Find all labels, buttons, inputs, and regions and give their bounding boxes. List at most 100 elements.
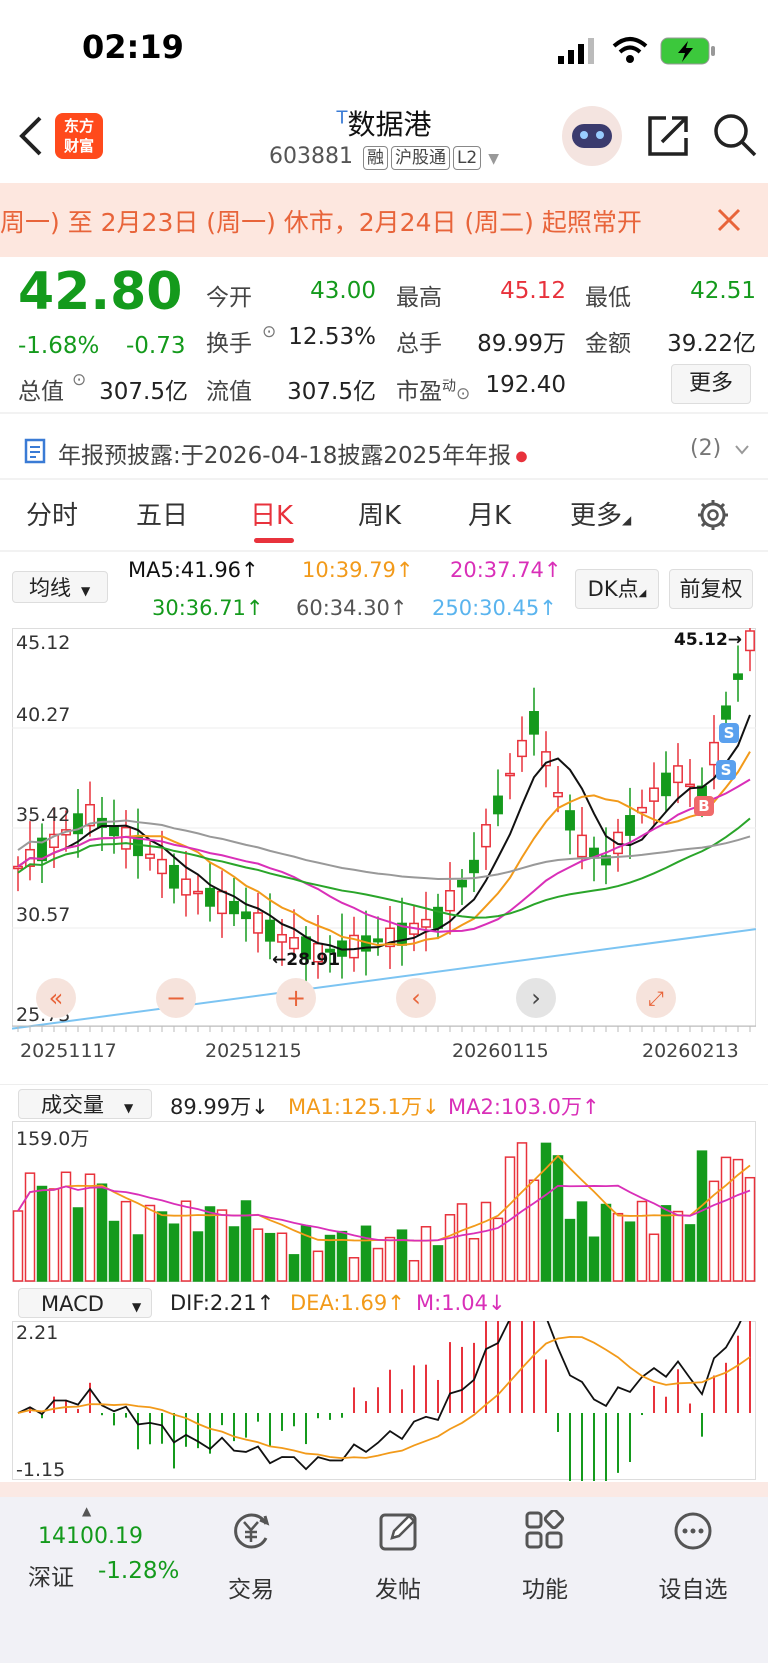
holiday-notice-banner[interactable]: 周一) 至 2月23日 (周一) 休市，2月24日 (周二) 起照常开 xyxy=(0,183,768,257)
tab-daily-k[interactable]: 日K xyxy=(250,495,293,532)
candle-body xyxy=(685,783,695,788)
ma10-label: 10:39.79↑ xyxy=(302,558,414,582)
volume-bar xyxy=(324,1234,336,1282)
amount-value: 39.22亿 xyxy=(667,331,756,357)
candle-body xyxy=(517,739,527,758)
volume-current: 89.99万↓ xyxy=(170,1095,269,1119)
post-icon[interactable] xyxy=(378,1510,420,1552)
mktcap-value: 307.5亿 xyxy=(99,379,188,405)
close-icon[interactable] xyxy=(716,207,742,233)
tab-more[interactable]: 更多◢ xyxy=(570,495,631,532)
info-icon[interactable]: ⊙ xyxy=(72,370,86,390)
index-change[interactable]: -1.28% xyxy=(98,1558,179,1584)
tab-monthly-k[interactable]: 月K xyxy=(468,495,511,532)
document-icon xyxy=(24,438,46,464)
candle-body xyxy=(661,772,671,797)
pe-value: 192.40 xyxy=(485,372,566,398)
status-bar: 02:19 xyxy=(0,0,768,100)
pan-right-icon[interactable]: › xyxy=(516,978,556,1018)
adjust-button[interactable]: 前复权 xyxy=(669,569,753,609)
candle-body xyxy=(469,859,479,874)
ma-selector[interactable]: 均线 ▼ xyxy=(12,571,108,603)
chevron-down-icon[interactable] xyxy=(734,444,750,456)
x-label: 20260115 xyxy=(452,1040,549,1062)
volume-bar xyxy=(180,1200,192,1282)
y-label-2: 40.27 xyxy=(16,704,71,726)
index-name[interactable]: 深证 xyxy=(28,1558,74,1592)
low-value: 42.51 xyxy=(690,278,756,304)
tag-margin: 融 xyxy=(362,146,388,170)
fast-rewind-icon[interactable]: « xyxy=(36,978,76,1018)
min-price-marker: ←28.91 xyxy=(272,950,341,970)
x-label: 20260213 xyxy=(642,1040,739,1062)
zoom-out-icon[interactable]: − xyxy=(156,978,196,1018)
volume-bar xyxy=(624,1221,636,1282)
expand-up-icon[interactable]: ▲ xyxy=(82,1504,91,1518)
nav-functions[interactable]: 功能 xyxy=(495,1570,595,1604)
volume-bar xyxy=(456,1203,468,1282)
turnover-value: 12.53% xyxy=(288,324,376,350)
candle-body xyxy=(481,824,491,848)
max-price-marker: 45.12→ xyxy=(674,630,743,650)
index-value[interactable]: 14100.19 xyxy=(38,1524,143,1549)
volume-bar xyxy=(144,1204,156,1282)
dk-button[interactable]: DK点◢ xyxy=(575,569,659,609)
battery-icon xyxy=(660,37,715,65)
ma20-label: 20:37.74↑ xyxy=(450,558,562,582)
volume-bar xyxy=(12,1210,24,1282)
volume-y-max: 159.0万 xyxy=(16,1128,90,1150)
volume-bar xyxy=(696,1150,708,1282)
volume-bar xyxy=(360,1225,372,1282)
volume-bar xyxy=(744,1176,756,1282)
tab-intraday[interactable]: 分时 xyxy=(26,495,78,532)
assistant-avatar-icon[interactable] xyxy=(562,106,622,166)
search-icon[interactable] xyxy=(712,112,758,158)
volume-bar xyxy=(384,1236,396,1282)
volume-bar xyxy=(564,1218,576,1282)
volume-selector[interactable]: 成交量 ▼ xyxy=(18,1089,152,1119)
tab-5day[interactable]: 五日 xyxy=(136,495,188,532)
volume-bar xyxy=(408,1259,420,1282)
share-icon[interactable] xyxy=(646,114,690,158)
kline-chart[interactable] xyxy=(12,628,756,1038)
fullscreen-icon[interactable]: ⤢ xyxy=(636,978,676,1018)
x-label: 20251215 xyxy=(205,1040,302,1062)
more-button[interactable]: 更多 xyxy=(671,364,751,404)
trade-icon[interactable] xyxy=(230,1510,272,1552)
announcement-count[interactable]: (2) xyxy=(690,436,721,461)
functions-icon[interactable] xyxy=(524,1510,566,1552)
ma60-label: 60:34.30↑ xyxy=(296,596,408,620)
candle-body xyxy=(181,878,191,896)
x-label: 20251117 xyxy=(20,1040,117,1062)
zoom-in-icon[interactable]: + xyxy=(276,978,316,1018)
nav-post[interactable]: 发帖 xyxy=(348,1570,448,1604)
sell-signal[interactable]: S xyxy=(719,723,739,743)
candle-body xyxy=(733,673,743,680)
candle-body xyxy=(253,912,263,934)
sell-signal[interactable]: S xyxy=(716,760,736,780)
buy-signal[interactable]: B xyxy=(694,796,714,816)
y-label-4: 30.57 xyxy=(16,904,71,926)
candle-body xyxy=(229,900,239,915)
volume-value: 89.99万 xyxy=(477,331,566,357)
tab-weekly-k[interactable]: 周K xyxy=(358,495,401,532)
volume-bar xyxy=(228,1226,240,1282)
volume-bar xyxy=(684,1224,696,1282)
pan-left-icon[interactable]: ‹ xyxy=(396,978,436,1018)
candle-body xyxy=(421,918,431,928)
candle-body xyxy=(289,937,299,950)
volume-bar xyxy=(528,1179,540,1282)
ma30-label: 30:36.71↑ xyxy=(152,596,264,620)
settings-icon[interactable] xyxy=(696,498,730,532)
volume-ma2: MA2:103.0万↑ xyxy=(448,1095,600,1119)
more-dots-icon[interactable] xyxy=(672,1510,714,1552)
divider xyxy=(0,478,768,480)
macd-chart[interactable] xyxy=(12,1321,756,1481)
announcement[interactable]: 年报预披露:于2026-04-18披露2025年年报 ● xyxy=(58,436,528,470)
volume-chart[interactable] xyxy=(12,1121,756,1283)
nav-add-watchlist[interactable]: 设自选 xyxy=(643,1570,743,1604)
macd-selector[interactable]: MACD ▼ xyxy=(18,1288,152,1318)
divider xyxy=(0,1084,768,1085)
volume-bar xyxy=(348,1257,360,1282)
nav-trade[interactable]: 交易 xyxy=(201,1570,301,1604)
